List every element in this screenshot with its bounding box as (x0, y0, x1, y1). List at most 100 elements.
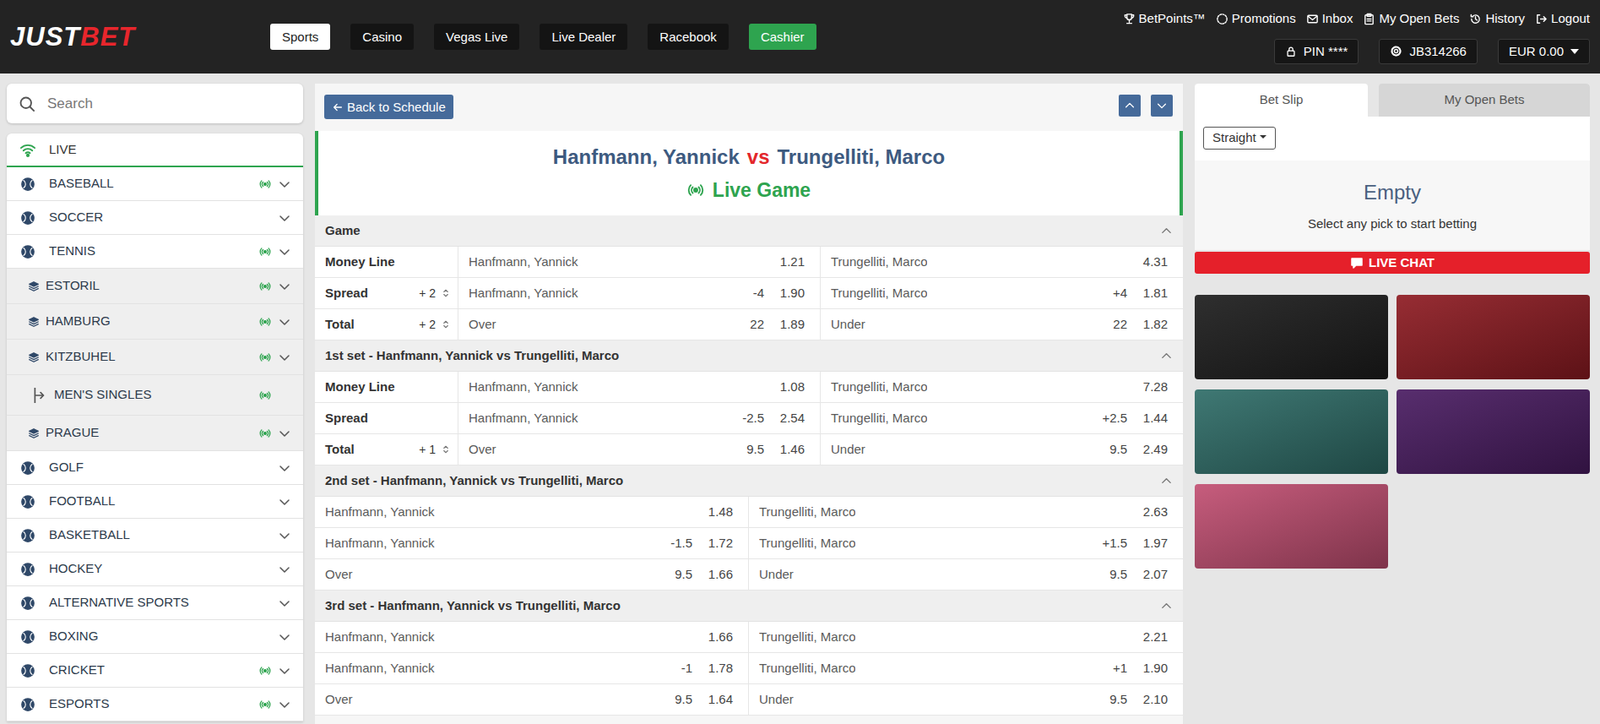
odds-pick[interactable]: Hanfmann, Yannick1.21 (458, 246, 821, 277)
cashier-button[interactable]: Cashier (748, 23, 817, 50)
promo-banner[interactable] (1194, 294, 1389, 380)
line-adjuster[interactable]: + 2 (418, 315, 451, 334)
sidebar-item[interactable]: HOCKEY (6, 552, 304, 586)
bet-slip-tab[interactable]: My Open Bets (1378, 83, 1590, 117)
chat-bubble-icon (1350, 255, 1364, 270)
account-link[interactable]: BetPoints™ (1122, 9, 1206, 29)
sidebar-item[interactable]: HAMBURG (6, 303, 304, 340)
sidebar-label: BOXING (48, 626, 258, 646)
line-adjuster[interactable]: + 1 (418, 440, 451, 459)
odds-pick[interactable]: Hanfmann, Yannick-11.78 (314, 652, 749, 684)
live-broadcast-icon (259, 315, 272, 328)
sidebar-item[interactable]: BASEBALL (6, 167, 304, 201)
back-button[interactable]: Back to Schedule (324, 94, 454, 120)
pick-line: 9.5 (1101, 439, 1128, 460)
pick-name: Trungelliti, Marco (830, 408, 928, 429)
odds-pick[interactable]: Over9.51.66 (314, 558, 749, 590)
section-header[interactable]: Game (314, 215, 1183, 247)
line-adjuster[interactable]: + 2 (418, 284, 451, 303)
pin-box[interactable]: PIN **** (1274, 38, 1360, 66)
sidebar-item[interactable]: TENNIS (6, 234, 304, 269)
odds-pick[interactable]: Under9.52.49 (820, 433, 1183, 465)
scroll-down-button[interactable] (1150, 94, 1173, 117)
bet-slip-tab[interactable]: Bet Slip (1194, 83, 1368, 117)
search-input[interactable] (45, 92, 292, 116)
odds-pick[interactable]: Trungelliti, Marco2.21 (748, 621, 1183, 652)
empty-text: Select any pick to start betting (1307, 214, 1477, 234)
odds-pick[interactable]: Hanfmann, Yannick-1.51.72 (314, 527, 749, 559)
sidebar-item[interactable]: MEN'S SINGLES (6, 374, 304, 416)
nav-button[interactable]: Sports (270, 23, 331, 50)
chevron-down-icon (276, 426, 293, 440)
odds-pick[interactable]: Trungelliti, Marco+11.90 (748, 652, 1183, 684)
history-icon (1469, 12, 1482, 26)
odds-pick[interactable]: Trungelliti, Marco2.63 (748, 496, 1183, 527)
account-link[interactable]: Promotions (1215, 9, 1297, 29)
section-header[interactable]: 3rd set - Hanfmann, Yannick vs Trungelli… (314, 590, 1183, 622)
account-link[interactable]: My Open Bets (1362, 9, 1459, 29)
pick-odds: 1.08 (764, 377, 805, 397)
odds-pick[interactable]: Hanfmann, Yannick1.66 (314, 621, 749, 652)
chevron-down-icon (276, 211, 293, 225)
odds-pick[interactable]: Over221.89 (458, 309, 821, 340)
sidebar-item[interactable]: ESTORIL (6, 268, 304, 304)
promo-banner[interactable] (1194, 483, 1389, 569)
sidebar-item[interactable]: CRICKET (6, 653, 304, 688)
section-header[interactable]: 2nd set - Hanfmann, Yannick vs Trungelli… (314, 465, 1183, 497)
odds-pick[interactable]: Trungelliti, Marco+41.81 (820, 277, 1183, 309)
sidebar-item[interactable]: BASKETBALL (6, 518, 304, 553)
pick-name: Over (325, 689, 353, 710)
pick-line: 9.5 (666, 689, 693, 710)
promo-banner[interactable] (1396, 389, 1590, 474)
account-link[interactable]: Inbox (1306, 9, 1354, 29)
sidebar-item[interactable]: SOCCER (6, 200, 304, 235)
sidebar-item[interactable]: KITZBUHEL (6, 339, 304, 375)
odds-pick[interactable]: Trungelliti, Marco4.31 (820, 246, 1183, 277)
nav-button[interactable]: Live Dealer (539, 23, 628, 50)
odds-pick[interactable]: Hanfmann, Yannick-41.90 (458, 277, 821, 309)
odds-pick[interactable]: Hanfmann, Yannick1.48 (314, 496, 749, 527)
balance-box[interactable]: EUR 0.00 (1497, 38, 1590, 66)
bet-type-dropdown[interactable]: Straight (1203, 126, 1276, 150)
odds-pick[interactable]: Over9.51.46 (458, 433, 821, 465)
odds-pick[interactable]: Hanfmann, Yannick-2.52.54 (458, 402, 821, 434)
sidebar-item[interactable]: ALTERNATIVE SPORTS (6, 585, 304, 620)
market-section: 1st set - Hanfmann, Yannick vs Trungelli… (314, 340, 1183, 466)
bet-slip-column: Bet SlipMy Open BetsStraightEmptySelect … (1194, 83, 1590, 724)
section-header[interactable]: 1st set - Hanfmann, Yannick vs Trungelli… (314, 340, 1183, 372)
odds-row: Hanfmann, Yannick1.48Trungelliti, Marco2… (314, 496, 1183, 528)
sidebar-item[interactable]: LIVE (6, 133, 304, 168)
promo-banner[interactable] (1194, 389, 1389, 474)
odds-pick[interactable]: Over9.51.64 (314, 683, 749, 715)
pick-name: Trungelliti, Marco (759, 658, 856, 678)
live-indicator-slot (257, 280, 273, 293)
pick-name: Trungelliti, Marco (830, 377, 928, 397)
account-link[interactable]: History (1469, 9, 1525, 29)
scroll-up-button[interactable] (1118, 94, 1141, 117)
sidebar-item[interactable]: GOLF (6, 450, 304, 485)
sidebar-item[interactable]: ESPORTS (6, 687, 304, 722)
league-layers-icon (27, 423, 41, 443)
nav-button[interactable]: Casino (350, 23, 414, 50)
chevron-down-icon (276, 629, 293, 644)
pick-line: 9.5 (666, 564, 693, 585)
account-links: BetPoints™ Promotions Inbox My Open Bets His… (1122, 9, 1590, 29)
odds-pick[interactable]: Hanfmann, Yannick1.08 (458, 371, 821, 402)
sidebar-item[interactable]: BOXING (6, 619, 304, 654)
odds-pick[interactable]: Trungelliti, Marco+1.51.97 (748, 527, 1183, 559)
odds-pick[interactable]: Trungelliti, Marco+2.51.44 (820, 402, 1183, 434)
user-box[interactable]: JB314266 (1378, 38, 1478, 66)
nav-button[interactable]: Vegas Live (433, 23, 520, 50)
sidebar-item[interactable]: PRAGUE (6, 415, 304, 451)
odds-pick[interactable]: Under9.52.10 (748, 683, 1183, 715)
sidebar-item[interactable]: FOOTBALL (6, 484, 304, 519)
odds-pick[interactable]: Under221.82 (820, 309, 1183, 340)
live-status-text: Live Game (712, 175, 811, 206)
live-chat-button[interactable]: LIVE CHAT (1194, 251, 1590, 274)
nav-button[interactable]: Racebook (647, 23, 729, 50)
odds-pick[interactable]: Under9.52.07 (748, 558, 1183, 590)
promo-banner[interactable] (1396, 294, 1590, 380)
odds-pick[interactable]: Trungelliti, Marco7.28 (820, 371, 1183, 402)
brand-logo[interactable]: JUSTBET (10, 23, 271, 50)
account-link[interactable]: Logout (1534, 9, 1590, 29)
